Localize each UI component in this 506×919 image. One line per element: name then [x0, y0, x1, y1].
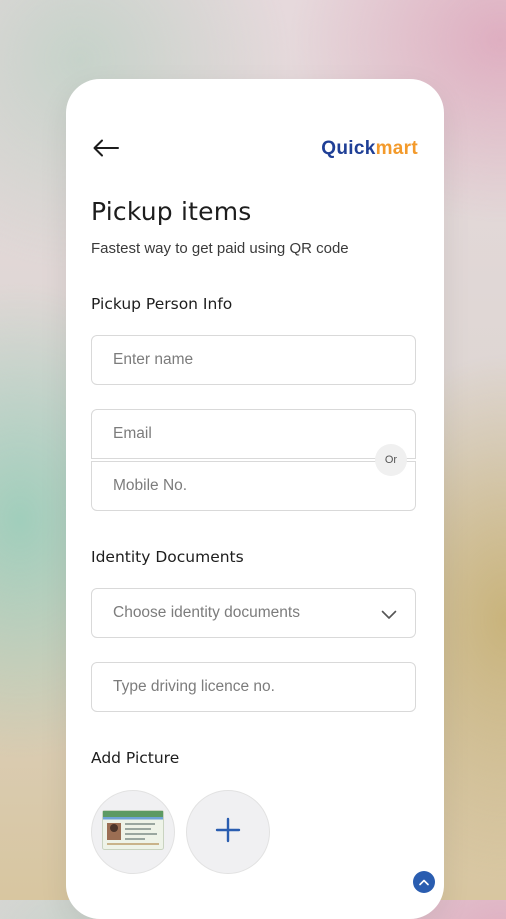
name-input[interactable]: Enter name: [91, 335, 416, 385]
email-input-placeholder: Email: [113, 425, 152, 442]
identity-document-select-placeholder: Choose identity documents: [113, 604, 300, 621]
driving-licence-input[interactable]: Type driving licence no.: [91, 662, 416, 712]
email-input[interactable]: Email: [91, 409, 416, 459]
page-title: Pickup items: [91, 197, 252, 226]
quickmart-logo: Quickmart: [321, 138, 418, 159]
app-screen: Quickmart Pickup items Fastest way to ge…: [66, 79, 444, 919]
add-picture-section-label: Add Picture: [91, 749, 180, 767]
arrow-left-icon: [93, 139, 119, 162]
driving-licence-input-placeholder: Type driving licence no.: [113, 678, 275, 695]
picture-thumbnail[interactable]: [91, 790, 175, 874]
chevron-down-icon: [381, 607, 397, 625]
identity-documents-section-label: Identity Documents: [91, 548, 244, 566]
scroll-to-top-button[interactable]: [413, 871, 435, 893]
back-button[interactable]: [90, 134, 122, 166]
plus-icon: [215, 817, 241, 848]
name-input-placeholder: Enter name: [113, 351, 194, 368]
add-picture-button[interactable]: [186, 790, 270, 874]
identity-document-select[interactable]: Choose identity documents: [91, 588, 416, 638]
mobile-input-placeholder: Mobile No.: [113, 477, 188, 494]
or-divider-badge: Or: [375, 444, 407, 476]
mobile-input[interactable]: Mobile No.: [91, 461, 416, 511]
pickup-person-section-label: Pickup Person Info: [91, 295, 233, 313]
id-card-image: [102, 809, 164, 855]
chevron-up-icon: [419, 873, 429, 891]
page-subtitle: Fastest way to get paid using QR code: [91, 240, 349, 257]
